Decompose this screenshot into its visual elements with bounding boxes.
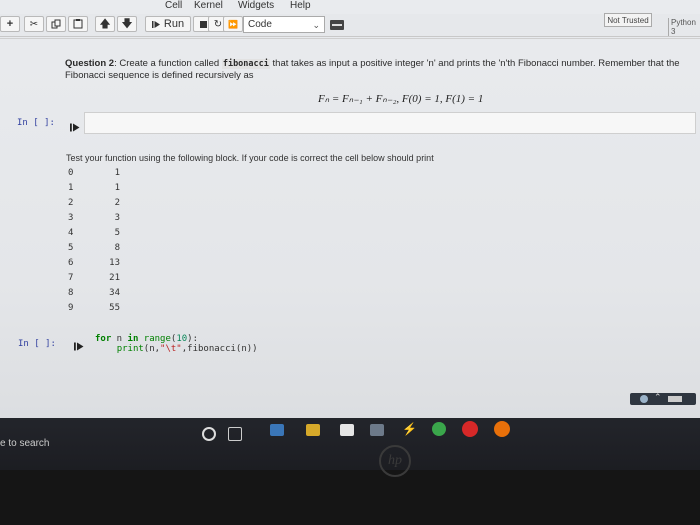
question-text-before: : Create a function called	[114, 58, 222, 69]
table-row: 9 55	[62, 303, 152, 318]
menu-cell[interactable]: Cell	[165, 0, 182, 11]
menu-bar: Cell Kernel Widgets Help	[0, 0, 700, 14]
arrow-down-icon: 🡇	[121, 17, 133, 30]
table-cell-n: 7	[68, 273, 74, 283]
system-tray[interactable]: ⌃	[630, 392, 696, 405]
table-row: 33	[62, 213, 152, 228]
scissors-icon: ✂	[29, 18, 39, 30]
table-row: 7 21	[62, 273, 152, 288]
hp-logo: hp	[379, 445, 411, 477]
move-down-button[interactable]: 🡇	[117, 16, 137, 32]
paste-icon	[73, 19, 83, 29]
table-row: 01	[62, 168, 152, 183]
battery-icon	[668, 396, 682, 402]
network-icon	[640, 395, 648, 403]
table-row: 58	[62, 243, 152, 258]
step-forward-icon	[151, 20, 160, 28]
chevron-up-icon: ⌃	[654, 392, 662, 402]
table-cell-fib: 21	[109, 273, 120, 283]
arrow-up-icon: 🡅	[99, 17, 111, 30]
table-cell-fib: 2	[114, 198, 120, 208]
lightning-icon[interactable]: ⚡	[402, 422, 417, 436]
command-palette-button[interactable]	[330, 20, 344, 30]
cell-type-value: Code	[248, 19, 272, 30]
table-row: 45	[62, 228, 152, 243]
taskbar-search[interactable]: e to search	[0, 438, 49, 449]
firefox-icon[interactable]	[494, 421, 510, 437]
expected-output-table: 0 1 1 1 2 2 3 3 4 5 5 8 6 13 7 21 8 34 9 55	[62, 168, 152, 318]
table-cell-fib: 8	[114, 243, 120, 253]
table-row: 11	[62, 183, 152, 198]
table-cell-fib: 55	[109, 303, 120, 313]
cortana-icon[interactable]	[202, 427, 216, 441]
table-cell-fib: 34	[109, 288, 120, 298]
test-instructions: Test your function using the following b…	[66, 153, 434, 163]
folder-icon[interactable]	[306, 424, 320, 436]
table-row: 22	[62, 198, 152, 213]
menu-help[interactable]: Help	[290, 0, 311, 11]
table-cell-n: 2	[68, 198, 74, 208]
notebook-container: Question 2: Create a function called fib…	[0, 40, 700, 440]
plus-icon: +	[6, 18, 14, 30]
task-view-icon[interactable]	[228, 427, 242, 441]
run-button[interactable]: Run	[145, 16, 191, 32]
code-cell-prompt: In [ ]:	[18, 339, 56, 349]
question-label: Question 2	[65, 58, 115, 69]
restart-icon: ↻	[213, 18, 223, 30]
copy-icon	[51, 19, 61, 29]
table-cell-n: 9	[68, 303, 74, 313]
taskbar: e to search ⚡	[0, 418, 700, 470]
table-cell-fib: 5	[114, 228, 120, 238]
mail-icon[interactable]	[370, 424, 384, 436]
menu-widgets[interactable]: Widgets	[238, 0, 274, 11]
code-line-1: for n in range(10):	[95, 334, 198, 344]
cell-type-select[interactable]: Code ⌄	[243, 16, 325, 33]
table-row: 8 34	[62, 288, 152, 303]
stop-icon	[199, 20, 207, 28]
trust-status[interactable]: Not Trusted	[604, 13, 652, 27]
run-button-label: Run	[163, 18, 185, 30]
fast-forward-icon: ⏩	[228, 19, 238, 29]
table-cell-n: 4	[68, 228, 74, 238]
empty-code-cell[interactable]	[84, 112, 696, 134]
empty-cell-prompt: In [ ]:	[17, 118, 55, 128]
toolbar: + ✂ 🡅 🡇 Run ↻ ⏩ Code ⌄	[0, 14, 700, 37]
store-icon[interactable]	[340, 424, 354, 436]
run-cell-icon[interactable]	[74, 338, 84, 356]
table-cell-n: 5	[68, 243, 74, 253]
copy-button[interactable]	[46, 16, 66, 32]
question-text: Question 2: Create a function called fib…	[65, 58, 700, 81]
fibonacci-formula: Fₙ = Fₙ₋₁ + Fₙ₋₂, F(0) = 1, F(1) = 1	[318, 93, 484, 105]
table-cell-n: 3	[68, 213, 74, 223]
screen: Cell Kernel Widgets Help + ✂ 🡅 🡇 Run ↻ ⏩…	[0, 0, 700, 470]
table-cell-n: 1	[68, 183, 74, 193]
table-cell-fib: 1	[114, 183, 120, 193]
app-red-icon[interactable]	[462, 421, 478, 437]
table-cell-fib: 3	[114, 213, 120, 223]
kernel-name[interactable]: Python 3	[668, 18, 700, 36]
add-cell-button[interactable]: +	[0, 16, 20, 32]
table-cell-fib: 13	[109, 258, 120, 268]
table-cell-n: 8	[68, 288, 74, 298]
keyboard-icon	[332, 24, 342, 26]
function-name-code: fibonacci	[221, 59, 270, 69]
table-cell-fib: 1	[114, 168, 120, 178]
table-cell-n: 6	[68, 258, 74, 268]
run-cell-icon[interactable]	[70, 119, 80, 137]
header-divider	[0, 38, 700, 39]
app-green-icon[interactable]	[432, 422, 446, 436]
table-row: 6 13	[62, 258, 152, 273]
move-up-button[interactable]: 🡅	[95, 16, 115, 32]
chevron-down-icon: ⌄	[312, 20, 320, 30]
browser-icon[interactable]	[270, 424, 284, 436]
code-cell-editor[interactable]: for n in range(10): print(n,"\t",fibonac…	[95, 334, 258, 354]
table-cell-n: 0	[68, 168, 74, 178]
code-line-2: print(n,"\t",fibonacci(n))	[116, 344, 258, 354]
menu-kernel[interactable]: Kernel	[194, 0, 223, 11]
paste-button[interactable]	[68, 16, 88, 32]
restart-run-all-button[interactable]: ⏩	[223, 16, 243, 32]
cut-button[interactable]: ✂	[24, 16, 44, 32]
